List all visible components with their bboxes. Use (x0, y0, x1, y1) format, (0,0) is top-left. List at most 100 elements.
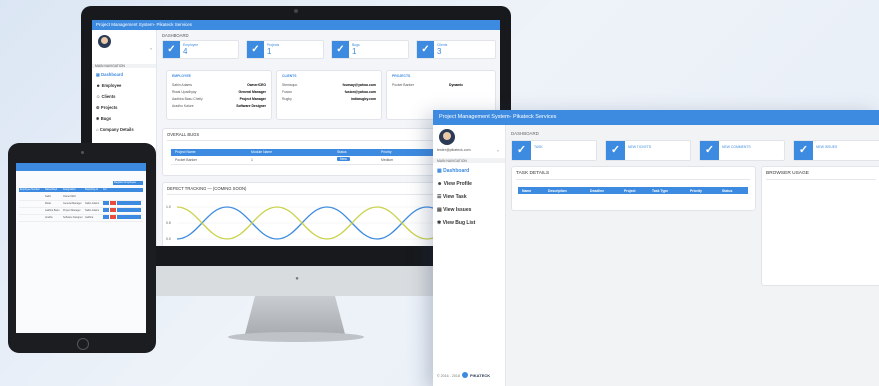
cell-name: Sabin (45, 195, 52, 198)
column-header: Act (103, 188, 107, 191)
employee-role: Project Manager (239, 97, 266, 101)
column-header: Name (522, 188, 532, 193)
register-employee-button[interactable]: Register Employee (113, 181, 143, 185)
delete-button[interactable] (110, 201, 116, 205)
delete-button[interactable] (110, 208, 116, 212)
employee-role: Software Designer (236, 104, 266, 108)
stat-label: NEW COMMENTS (722, 145, 751, 149)
assign-projects-button[interactable] (117, 201, 141, 205)
bug-project: Pocket Banker (175, 158, 198, 162)
sidebar-item-dashboard[interactable]: ▦ Dashboard (437, 168, 469, 174)
avatar (98, 35, 111, 48)
apple-logo-icon: ● (295, 276, 299, 282)
stat-tile-clients[interactable]: ✓ Clients 3 (416, 40, 496, 59)
assign-projects-button[interactable] (117, 208, 141, 212)
client-email: foursay@yahoo.com (342, 83, 376, 87)
employee-card: EMPLOYEE Sabin Adams Owner/CEO Riwai Upa… (166, 70, 272, 120)
stat-tile-task[interactable]: ✓ TASK (511, 140, 597, 161)
footer-copyright: © 2016 - 2018 (437, 374, 460, 378)
column-header: Employee Number (20, 188, 40, 191)
stat-tile-bugs[interactable]: ✓ Bugs 1 (331, 40, 409, 59)
edit-button[interactable] (103, 215, 109, 219)
column-header: Project (624, 188, 636, 193)
panel-title: DEFECT TRACKING — (COMING SOON) (167, 186, 247, 191)
cell-role: Project Manager (63, 209, 81, 212)
column-header: Status (722, 188, 733, 193)
stat-label: NEW ISSUES (816, 145, 838, 149)
tablet-top-bar (16, 163, 146, 171)
card-title: EMPLOYEE (172, 74, 191, 78)
nav-header: MAIN NAVIGATION (437, 159, 467, 163)
desktop-top-bar: Project Management System- Pikateck Serv… (92, 20, 500, 30)
sidebar-item-label: Projects (100, 105, 118, 110)
cell-role: Software Designer (63, 216, 83, 219)
stat-tile-projects[interactable]: ✓ Projects 1 (246, 40, 324, 59)
avatar-face (443, 132, 451, 140)
sidebar-item-dashboard[interactable]: ▦ Dashboard (96, 72, 123, 77)
check-icon: ✓ (700, 141, 719, 160)
employee-dashboard-window: Project Management System- Pikateck Serv… (433, 110, 879, 386)
stat-tile-new-tickets[interactable]: ✓ NEW TICKETS (605, 140, 691, 161)
table-row[interactable]: Sabin Owner/CEO (19, 194, 143, 201)
sidebar-item-employee[interactable]: ☻ Employee (96, 83, 121, 88)
table-row[interactable]: Aradhu Software Designer Aadhira (19, 215, 143, 222)
column-header: Deadline (590, 188, 605, 193)
card-title: CLIENTS (282, 74, 297, 78)
sidebar-item-label: Company Details (99, 127, 134, 132)
cell-role: General Manager (63, 202, 82, 205)
clients-card: CLIENTS Stemsquo foursay@yahoo.com Fusio… (276, 70, 382, 120)
window-top-bar: Project Management System- Pikateck Serv… (433, 110, 879, 125)
table-row[interactable]: Riwai General Manager Sabin Adams (19, 201, 143, 208)
check-icon: ✓ (417, 41, 434, 58)
sidebar-item-clients[interactable]: ☺ Clients (96, 94, 115, 99)
stat-value: 3 (437, 47, 442, 56)
sidebar-item-view-issues[interactable]: ▤ View Issues (437, 207, 471, 213)
stat-tile-new-issues[interactable]: ✓ NEW ISSUES (793, 140, 879, 161)
project-name: Pocket Banker (392, 83, 415, 87)
cell-reporting: Aadhira (85, 216, 94, 219)
y-tick-label: 0.5 (166, 221, 171, 225)
desktop-monitor-stand (245, 296, 345, 334)
footer-brand: PIKATECK (470, 373, 491, 378)
sidebar-toggle-icon[interactable]: « (150, 46, 152, 51)
check-icon: ✓ (794, 141, 813, 160)
divider (516, 179, 750, 180)
client-email: fusion@yahoo.com (344, 90, 376, 94)
sidebar-item-label: View Bug List (442, 220, 476, 226)
cell-role: Owner/CEO (63, 195, 76, 198)
sidebar-item-projects[interactable]: ⚙ Projects (96, 105, 117, 110)
avatar-face (101, 37, 108, 44)
bug-module: 1 (251, 158, 253, 162)
sidebar-item-label: View Task (442, 194, 467, 200)
edit-button[interactable] (103, 201, 109, 205)
user-icon: ☻ (437, 181, 443, 187)
sidebar-item-bugs[interactable]: ✱ Bugs (96, 116, 111, 121)
sidebar-item-label: Bugs (100, 116, 112, 121)
employee-name: Aradhu Kalure (172, 104, 194, 108)
tablet-screen: Register Employee Employee Number Name/D… (16, 163, 146, 333)
sidebar-item-view-bug-list[interactable]: ✱ View Bug List (437, 220, 475, 226)
desktop-app-title: Project Management System- Pikateck Serv… (96, 22, 193, 27)
stat-value: 4 (183, 47, 188, 56)
sidebar-item-view-profile[interactable]: ☻ View Profile (437, 181, 472, 187)
sidebar-item-company-details[interactable]: ⌂ Company Details (96, 127, 134, 132)
card-title: PROJECTS (392, 74, 411, 78)
bug-icon: ✱ (437, 220, 442, 226)
panel-title: OVERALL BUGS (167, 132, 200, 137)
sidebar-item-view-task[interactable]: ☰ View Task (437, 194, 467, 200)
sidebar-item-label: View Profile (443, 181, 472, 187)
stat-tile-new-comments[interactable]: ✓ NEW COMMENTS (699, 140, 785, 161)
panel-title: BROWSER USAGE (766, 171, 809, 176)
button-label: Register Employee (114, 181, 136, 184)
sidebar-toggle-icon[interactable]: « (497, 148, 499, 153)
assign-projects-button[interactable] (117, 215, 141, 219)
cell-reporting: Sabin Adams (85, 209, 100, 212)
delete-button[interactable] (110, 215, 116, 219)
edit-button[interactable] (103, 208, 109, 212)
stat-tile-employee[interactable]: ✓ Employee 4 (162, 40, 239, 59)
column-header: Status (337, 150, 347, 154)
employee-name: Aadhira Basu Chelly (172, 97, 203, 101)
check-icon: ✓ (606, 141, 625, 160)
table-row[interactable]: Aadhira Basu Project Manager Sabin Adams (19, 208, 143, 215)
camera-dot (294, 9, 298, 13)
